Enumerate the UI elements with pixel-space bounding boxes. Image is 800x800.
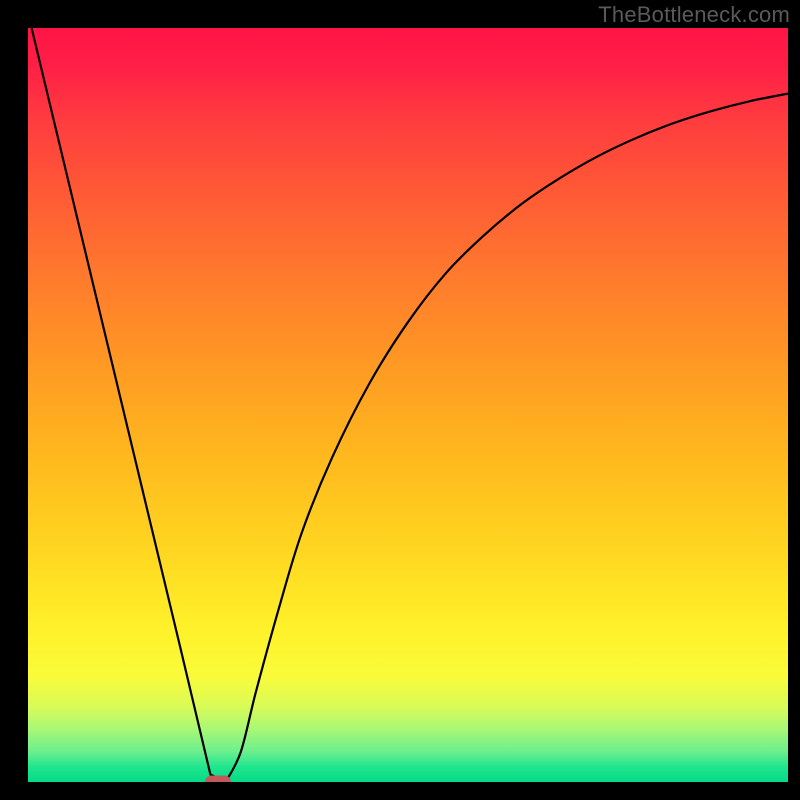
curve-svg bbox=[28, 28, 788, 782]
plot-area bbox=[28, 28, 788, 782]
curve-path bbox=[28, 28, 788, 782]
watermark-text: TheBottleneck.com bbox=[598, 2, 790, 28]
chart-frame: TheBottleneck.com bbox=[0, 0, 800, 800]
min-marker bbox=[205, 776, 231, 783]
